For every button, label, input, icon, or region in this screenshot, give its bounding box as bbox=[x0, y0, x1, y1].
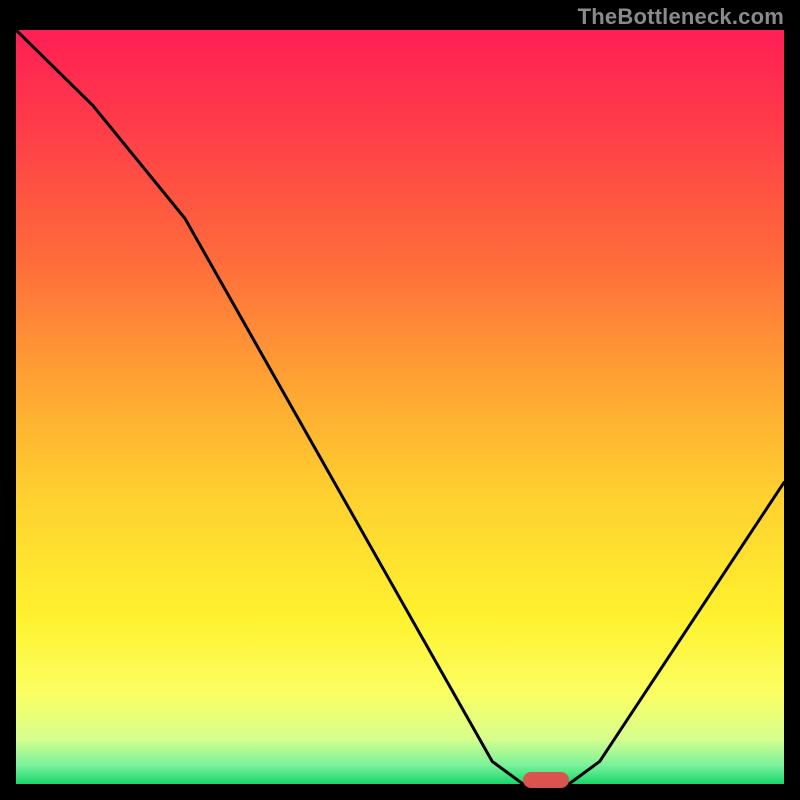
chart-frame bbox=[16, 30, 784, 784]
optimal-marker bbox=[523, 772, 569, 787]
watermark-label: TheBottleneck.com bbox=[578, 4, 784, 30]
chart-svg bbox=[16, 30, 784, 784]
chart-background bbox=[16, 30, 784, 784]
